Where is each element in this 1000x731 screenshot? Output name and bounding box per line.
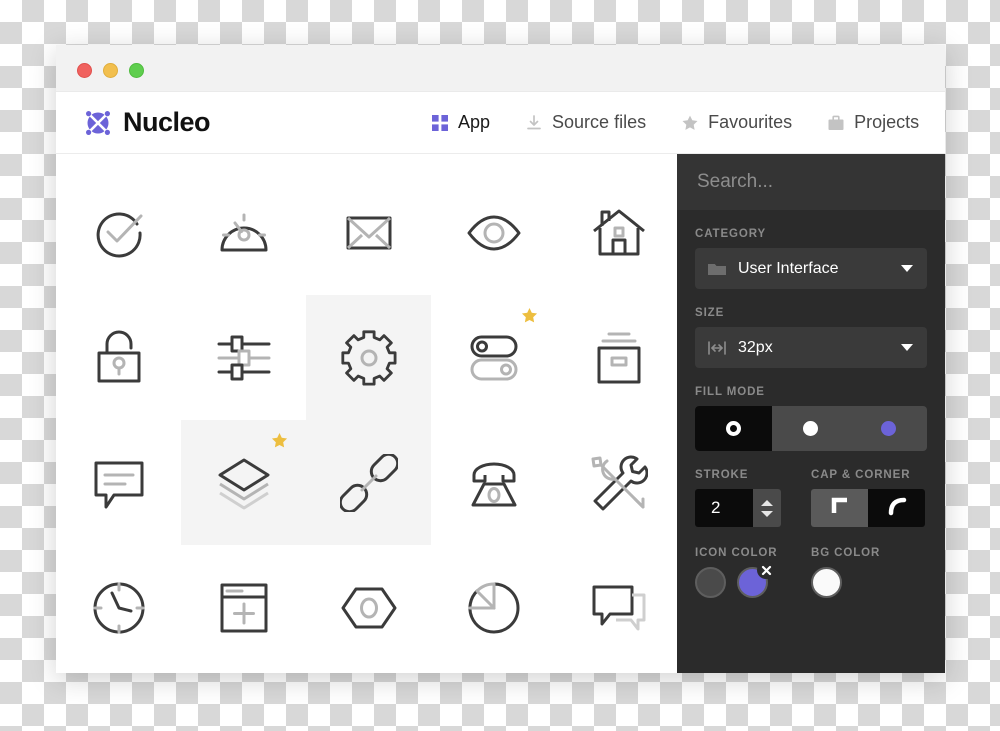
icon-cell-telephone[interactable] (431, 420, 556, 545)
stroke-decrement-icon[interactable] (761, 510, 773, 517)
briefcase-icon (827, 114, 845, 132)
icon-color-label: ICON COLOR (695, 547, 778, 559)
cap-corner-label: CAP & CORNER (811, 469, 911, 481)
cap-corner-group (811, 489, 925, 527)
minimize-window-button[interactable] (103, 63, 118, 78)
icon-color-section: ICON COLOR (695, 529, 805, 598)
app-header: Nucleo App Source files Favourites Proje… (56, 92, 945, 154)
category-value: User Interface (738, 259, 839, 277)
favourite-star-icon (271, 432, 288, 449)
icon-cell-sliders[interactable] (181, 295, 306, 420)
fill-mode-label: FILL MODE (695, 386, 765, 398)
icon-grid-pane (56, 154, 677, 673)
app-content: CATEGORY User Interface SIZE (56, 154, 945, 673)
stroke-section: STROKE (695, 451, 805, 527)
chevron-down-icon (901, 344, 913, 351)
colors-row: ICON COLOR BG COLOR (677, 529, 945, 598)
size-section: SIZE 32px (677, 307, 945, 368)
solid-white-circle-icon (803, 421, 819, 436)
icon-cell-chat-bubbles[interactable] (556, 545, 681, 670)
close-window-button[interactable] (77, 63, 92, 78)
icon-cell-hex-nut[interactable] (306, 545, 431, 670)
main-nav: App Source files Favourites Projects (431, 92, 919, 153)
window-titlebar (56, 45, 945, 92)
outline-circle-icon (726, 421, 742, 436)
nav-label-favourites: Favourites (708, 112, 793, 132)
clear-color-icon[interactable] (757, 561, 775, 579)
icon-cell-tools[interactable] (556, 420, 681, 545)
nav-label-app: App (458, 112, 491, 132)
zoom-window-button[interactable] (129, 63, 144, 78)
bg-color-section: BG COLOR (811, 529, 880, 598)
icon-cell-clock[interactable] (56, 545, 181, 670)
icon-cell-unlock[interactable] (56, 295, 181, 420)
rounded-corner-icon (887, 496, 907, 521)
cap-corner-section: CAP & CORNER (811, 451, 925, 527)
icon-cell-link-chain[interactable] (306, 420, 431, 545)
icon-cell-layers[interactable] (181, 420, 306, 545)
chevron-down-icon (901, 265, 913, 272)
stroke-cap-row: STROKE CAP & CORNER (677, 451, 945, 527)
icon-cell-gauge[interactable] (181, 170, 306, 295)
app-window: Nucleo App Source files Favourites Proje… (56, 45, 945, 673)
stroke-stepper[interactable] (695, 489, 805, 527)
nav-item-app[interactable]: App (431, 112, 490, 133)
fill-mode-solid-white-button[interactable] (772, 406, 849, 451)
folder-icon (695, 259, 727, 279)
stroke-label: STROKE (695, 469, 749, 481)
nav-item-projects[interactable]: Projects (827, 112, 919, 133)
bg-color-label: BG COLOR (811, 547, 881, 559)
grid-squares-icon (431, 114, 449, 132)
nucleo-atom-logo-icon (83, 108, 113, 138)
category-label: CATEGORY (695, 228, 767, 240)
square-corner-icon (830, 496, 850, 521)
icon-cell-new-window[interactable] (181, 545, 306, 670)
fill-mode-section: FILL MODE (677, 386, 945, 451)
fill-mode-outline-button[interactable] (695, 406, 773, 451)
download-icon (525, 114, 543, 132)
resize-horizontal-icon (695, 338, 727, 358)
stroke-input[interactable] (709, 497, 747, 519)
icon-cell-check-circle[interactable] (56, 170, 181, 295)
icon-cell-archive-box[interactable] (556, 295, 681, 420)
bg-color-swatch-white[interactable] (811, 567, 842, 598)
nav-label-source-files: Source files (552, 112, 647, 132)
brand-name: Nucleo (123, 107, 211, 137)
icon-cell-pie-chart[interactable] (431, 545, 556, 670)
icon-cell-gear[interactable] (306, 295, 431, 420)
cap-rounded-button[interactable] (868, 489, 925, 527)
size-label: SIZE (695, 307, 725, 319)
fill-mode-group (695, 406, 927, 451)
star-icon (681, 114, 699, 132)
icon-color-swatch-purple[interactable] (737, 561, 775, 598)
icon-cell-chat-bubble[interactable] (56, 420, 181, 545)
category-select[interactable]: User Interface (695, 248, 927, 289)
cap-square-button[interactable] (811, 489, 868, 527)
stroke-increment-icon[interactable] (761, 499, 773, 506)
size-select[interactable]: 32px (695, 327, 927, 368)
icon-cell-eye[interactable] (431, 170, 556, 295)
fill-mode-solid-color-button[interactable] (850, 406, 927, 451)
category-section: CATEGORY User Interface (677, 228, 945, 289)
nav-label-projects: Projects (854, 112, 920, 132)
brand[interactable]: Nucleo (83, 107, 211, 138)
icon-cell-envelope[interactable] (306, 170, 431, 295)
icon-color-swatch-gray[interactable] (695, 567, 726, 598)
settings-sidebar: CATEGORY User Interface SIZE (677, 154, 945, 673)
stroke-input-box[interactable] (695, 489, 753, 527)
size-value: 32px (738, 338, 773, 356)
nav-item-source-files[interactable]: Source files (525, 112, 646, 133)
icon-grid (56, 154, 677, 673)
search-bar[interactable] (677, 154, 945, 210)
icon-cell-home[interactable] (556, 170, 681, 295)
icon-cell-toggles[interactable] (431, 295, 556, 420)
search-input[interactable] (695, 170, 929, 194)
favourite-star-icon (521, 307, 538, 324)
nav-item-favourites[interactable]: Favourites (681, 112, 792, 133)
solid-purple-circle-icon (880, 421, 896, 436)
stroke-spinner (753, 489, 781, 527)
